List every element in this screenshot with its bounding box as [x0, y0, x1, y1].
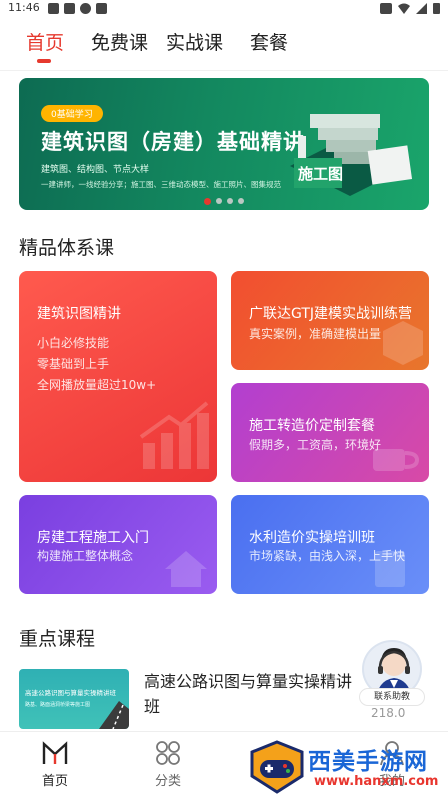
cube-icon — [383, 321, 423, 365]
banner-title: 建筑识图（房建）基础精讲 — [41, 130, 305, 154]
card-title: 房建工程施工入门 — [37, 530, 149, 546]
course-card-water-cost[interactable]: 水利造价实操培训班 市场紧缺，由浅入深，上手快 — [231, 495, 429, 594]
status-bar: 11:46 — [0, 0, 448, 18]
section-title-key: 重点课程 — [19, 628, 96, 650]
card-subtitle: 真实案例，准确建模出量 — [249, 327, 382, 341]
nav-category[interactable]: 分类 — [138, 740, 198, 789]
tab-free-courses[interactable]: 免费课 — [91, 28, 148, 55]
card-title: 建筑识图精讲 — [37, 306, 121, 322]
notification-icons — [48, 3, 107, 14]
course-card-gtj-modeling[interactable]: 广联达GTJ建模实战训练营 真实案例，准确建模出量 — [231, 271, 429, 370]
gamepad-logo — [250, 740, 304, 794]
notification-icon — [96, 3, 107, 14]
course-price: 218.0 — [371, 706, 406, 720]
road-illustration — [99, 701, 129, 729]
carousel-dot[interactable] — [204, 198, 211, 205]
coffee-cup-icon — [373, 449, 420, 471]
card-line: 全网播放量超过10w+ — [37, 378, 157, 392]
tab-practical-courses[interactable]: 实战课 — [166, 28, 223, 55]
nav-label: 分类 — [154, 774, 181, 789]
nav-home[interactable]: 首页 — [25, 740, 85, 789]
carousel-dot[interactable] — [238, 198, 244, 204]
section-title-premium: 精品体系课 — [19, 237, 115, 259]
watermark-url: www.hanxm.com — [314, 774, 439, 789]
carousel-dot[interactable] — [216, 198, 222, 204]
tab-packages[interactable]: 套餐 — [250, 28, 288, 55]
status-time: 11:46 — [8, 1, 40, 14]
notification-icon — [80, 3, 91, 14]
carousel-dots — [204, 198, 244, 205]
notification-icon — [48, 3, 59, 14]
card-title: 施工转造价定制套餐 — [249, 418, 375, 434]
building-illustration: 施工图 — [290, 114, 413, 196]
card-title: 水利造价实操培训班 — [249, 530, 375, 546]
banner-carousel[interactable]: 0基础学习 建筑识图（房建）基础精讲 建筑图、结构图、节点大样 一建讲师，一线经… — [19, 78, 429, 210]
contact-assistant-label: 联系助教 — [359, 688, 425, 706]
system-icons — [380, 2, 440, 14]
banner-description: 一建讲师，一线经验分享；施工图、三维动态模型、施工照片、图集规范 — [41, 180, 281, 189]
contact-assistant-button[interactable]: 联系助教 218.0 — [357, 640, 427, 720]
home-icon — [42, 741, 68, 764]
banner-subtitle: 建筑图、结构图、节点大样 — [41, 165, 150, 175]
nav-label: 首页 — [41, 774, 68, 789]
card-line: 零基础到上手 — [37, 357, 110, 371]
banner-art-label: 施工图 — [298, 165, 343, 183]
house-icon — [165, 551, 207, 587]
card-subtitle: 假期多，工资高，环境好 — [249, 438, 382, 452]
battery-icon — [433, 3, 440, 14]
notification-icon — [64, 3, 75, 14]
wifi-icon — [398, 3, 410, 14]
card-subtitle: 构建施工整体概念 — [37, 549, 134, 563]
signal-icon — [416, 2, 427, 14]
course-card-building-intro[interactable]: 房建工程施工入门 构建施工整体概念 — [19, 495, 217, 594]
course-title: 高速公路识图与算量实操精讲班 — [144, 672, 353, 716]
tab-home[interactable]: 首页 — [26, 28, 64, 55]
thumbnail-title: 高速公路识图与算量实操精讲班 — [25, 689, 116, 697]
carousel-dot[interactable] — [227, 198, 233, 204]
tab-indicator — [37, 59, 51, 63]
top-tabs: 首页 免费课 实战课 套餐 — [0, 28, 448, 68]
course-card-construction-cost[interactable]: 施工转造价定制套餐 假期多，工资高，环境好 — [231, 383, 429, 482]
category-icon — [156, 741, 180, 765]
banner-badge: 0基础学习 — [41, 105, 103, 122]
course-card-building-drawing[interactable]: 建筑识图精讲 小白必修技能 零基础到上手 全网播放量超过10w+ — [19, 271, 217, 482]
course-thumbnail: 高速公路识图与算量实操精讲班 路基、路面涵洞桥梁等施工图 — [19, 669, 129, 729]
vibrate-icon — [380, 2, 392, 14]
divider — [0, 70, 448, 71]
document-icon — [375, 551, 405, 587]
watermark: 西美手游网 www.hanxm.com — [246, 738, 446, 796]
growth-chart-icon — [139, 401, 209, 469]
card-line: 小白必修技能 — [37, 336, 110, 350]
watermark-brand: 西美手游网 — [308, 749, 428, 775]
